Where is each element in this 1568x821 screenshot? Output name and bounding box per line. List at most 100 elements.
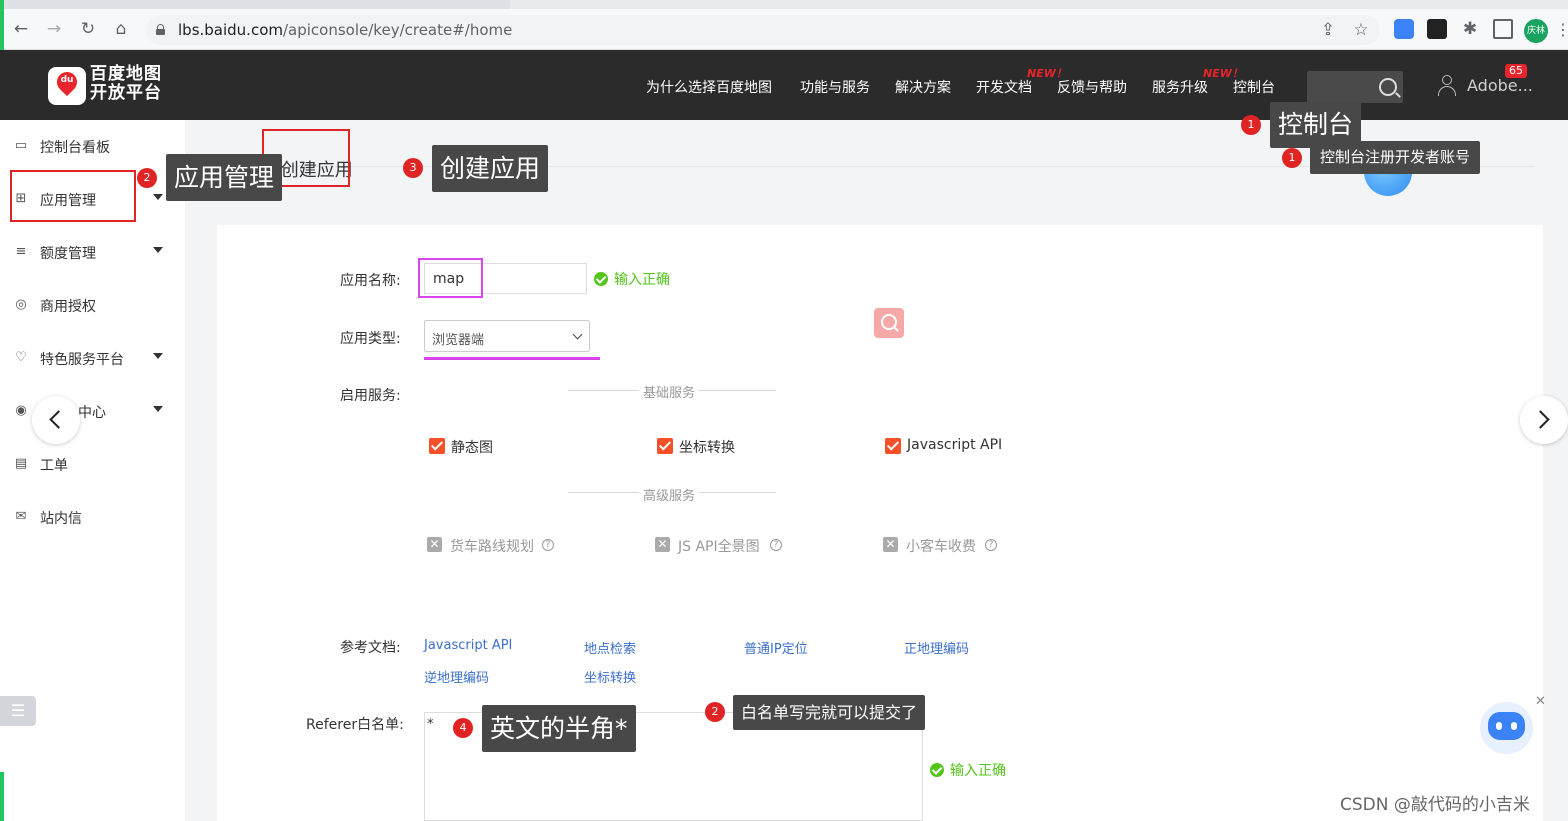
referer-label: Referer白名单: <box>306 717 404 733</box>
service-car-toll: 小客车收费 <box>906 539 976 555</box>
forward-icon[interactable]: → <box>43 18 65 40</box>
chevron-down-icon[interactable] <box>153 353 163 359</box>
sidebar-item-tickets[interactable]: ▤ 工单 <box>10 450 180 480</box>
annotation-app-management: 应用管理 <box>166 154 283 201</box>
menu-icon[interactable]: ⋮ <box>1555 20 1568 40</box>
doc-link-place-search[interactable]: 地点检索 <box>584 638 636 657</box>
check-circle-icon <box>930 763 944 777</box>
annotation-number-1b: 1 <box>1282 148 1302 168</box>
next-arrow-button[interactable] <box>1520 396 1568 444</box>
doc-link-reverse-geocoding[interactable]: 逆地理编码 <box>424 667 489 686</box>
app-type-value: 浏览器端 <box>432 333 485 348</box>
checkbox-js-api[interactable] <box>885 438 901 454</box>
prev-arrow-button[interactable] <box>32 396 80 444</box>
star-icon[interactable]: ☆ <box>1350 19 1372 41</box>
list-toggle-icon[interactable]: ☰ <box>0 696 36 726</box>
annotation-number-3: 3 <box>403 158 423 178</box>
app-name-valid: 输入正确 <box>614 272 670 288</box>
annotation-create-app: 创建应用 <box>432 145 549 192</box>
sidebar-item-commercial-license[interactable]: ◎ 商用授权 <box>10 291 180 321</box>
home-icon[interactable]: ⌂ <box>110 18 132 40</box>
assistant-robot-icon[interactable] <box>1480 702 1533 754</box>
doc-link-ip-location[interactable]: 普通IP定位 <box>744 638 808 657</box>
checkbox-js-panorama: ✕ <box>655 537 670 552</box>
help-icon[interactable]: ? <box>542 539 554 551</box>
sidebar-item-label: 中心 <box>78 405 106 421</box>
nav-upgrade[interactable]: 服务升级 <box>1152 77 1208 97</box>
nav-solutions[interactable]: 解决方案 <box>895 77 951 97</box>
sidebar-item-label: 商用授权 <box>40 299 96 315</box>
services-label: 启用服务: <box>340 388 401 404</box>
address-bar[interactable]: lbs.baidu.com/apiconsole/key/create#/hom… <box>146 15 1380 45</box>
extension-icon-2[interactable] <box>1427 19 1447 39</box>
nav-why-baidu[interactable]: 为什么选择百度地图 <box>646 77 772 97</box>
doc-link-js-api[interactable]: Javascript API <box>424 638 512 653</box>
sidebar-item-dashboard[interactable]: ▭ 控制台看板 <box>10 132 180 162</box>
doc-link-geocoding[interactable]: 正地理编码 <box>904 638 969 657</box>
clipboard-icon: ▤ <box>14 456 28 471</box>
puzzle-icon[interactable]: ✱ <box>1460 19 1480 39</box>
nav-docs[interactable]: 开发文档 <box>976 77 1032 97</box>
share-icon[interactable]: ⇪ <box>1317 19 1339 41</box>
chevron-left-icon <box>49 410 68 429</box>
highlight-app-management <box>10 170 136 222</box>
sidebar-item-label: 站内信 <box>40 511 82 527</box>
user-icon[interactable] <box>1437 75 1457 97</box>
help-icon[interactable]: ? <box>985 539 997 551</box>
nav-feedback[interactable]: 反馈与帮助 <box>1057 77 1127 97</box>
search-icon[interactable] <box>1379 78 1397 96</box>
url-text[interactable]: lbs.baidu.com/apiconsole/key/create#/hom… <box>178 21 512 39</box>
tab-strip-active <box>510 0 1568 9</box>
sliders-icon: ≡ <box>15 244 27 259</box>
annotation-register: 控制台注册开发者账号 <box>1310 141 1481 174</box>
side-panel-icon[interactable] <box>1493 19 1513 39</box>
service-static-map: 静态图 <box>451 440 493 456</box>
app-type-select[interactable]: 浏览器端 <box>424 320 590 352</box>
sidebar-item-featured-services[interactable]: ♡ 特色服务平台 <box>10 344 180 374</box>
chevron-down-icon <box>572 329 583 340</box>
annotation-half-width: 英文的半角* <box>482 705 636 752</box>
back-icon[interactable]: ← <box>10 18 32 40</box>
chevron-down-icon[interactable] <box>153 406 163 412</box>
screenshot-root: ← → ↻ ⌂ lbs.baidu.com/apiconsole/key/cre… <box>0 0 1568 821</box>
docs-label: 参考文档: <box>340 640 401 656</box>
chevron-down-icon[interactable] <box>153 247 163 253</box>
checkbox-static-map[interactable] <box>429 438 445 454</box>
window-edge-accent-bottom <box>0 772 4 821</box>
nav-features[interactable]: 功能与服务 <box>800 77 870 97</box>
checkbox-car-toll: ✕ <box>883 537 898 552</box>
lock-icon[interactable] <box>156 24 165 35</box>
search-icon[interactable] <box>874 308 904 338</box>
sidebar-item-label: 控制台看板 <box>40 140 110 156</box>
doc-link-coord-convert[interactable]: 坐标转换 <box>584 667 636 686</box>
help-icon[interactable]: ? <box>770 539 782 551</box>
annotation-number-4: 4 <box>453 718 473 738</box>
profile-avatar[interactable]: 庆林 <box>1524 19 1548 43</box>
chevron-down-icon[interactable] <box>153 194 163 200</box>
sidebar-item-quota[interactable]: ≡ 额度管理 <box>10 238 180 268</box>
new-tag-upgrade: NEW！ <box>1203 67 1243 80</box>
service-js-api: Javascript API <box>907 437 1003 453</box>
user-name[interactable]: Adobe... <box>1467 76 1533 95</box>
header-search[interactable] <box>1307 71 1403 103</box>
checkbox-coord-convert[interactable] <box>657 438 673 454</box>
sidebar-item-label: 特色服务平台 <box>40 352 124 368</box>
logo-text[interactable]: 百度地图 开放平台 <box>90 65 170 103</box>
watermark: CSDN @敲代码的小吉米 <box>1340 795 1530 815</box>
sidebar-item-messages[interactable]: ✉ 站内信 <box>10 503 180 533</box>
highlight-app-type <box>424 357 600 360</box>
message-count-badge[interactable]: 65 <box>1505 64 1527 78</box>
reload-icon[interactable]: ↻ <box>77 18 99 40</box>
mail-icon: ✉ <box>15 509 27 524</box>
service-coord-convert: 坐标转换 <box>679 440 735 456</box>
tab-strip <box>0 0 1568 9</box>
close-icon[interactable]: ✕ <box>1535 694 1546 709</box>
referer-value: * <box>427 717 434 732</box>
checkbox-truck-route: ✕ <box>427 537 442 552</box>
extension-icon[interactable] <box>1394 19 1414 39</box>
browser-toolbar: ← → ↻ ⌂ lbs.baidu.com/apiconsole/key/cre… <box>0 0 1568 50</box>
chevron-right-icon <box>1531 410 1550 429</box>
new-tag-docs: NEW！ <box>1027 67 1067 80</box>
baidu-map-logo-icon[interactable]: du <box>48 67 86 105</box>
basic-services-title: 基础服务 <box>639 382 700 401</box>
